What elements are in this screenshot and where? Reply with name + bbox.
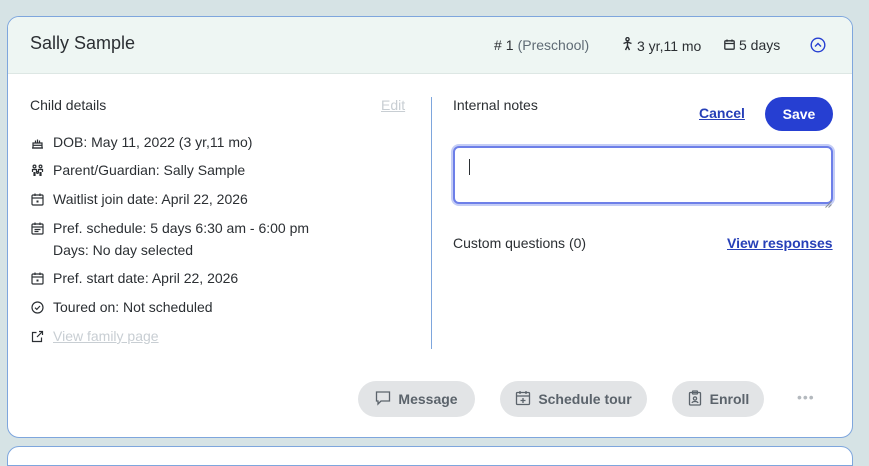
days-text: 5 days: [739, 37, 781, 53]
waitlist-join-text: Waitlist join date: April 22, 2026: [53, 191, 248, 207]
schedule-row: Pref. schedule: 5 days 6:30 am - 6:00 pm…: [30, 217, 309, 261]
message-label: Message: [398, 391, 458, 407]
cake-icon: [30, 131, 44, 153]
child-details-section: Child details Edit DOB: May 11, 2022 (3 …: [30, 97, 406, 344]
schedule-tour-button[interactable]: Schedule tour: [500, 381, 647, 417]
card-header[interactable]: Sally Sample # 1 (Preschool) 3 yr,11 mo: [8, 17, 852, 74]
message-button[interactable]: Message: [358, 381, 475, 417]
schedule-days-text: Days: No day selected: [53, 242, 194, 258]
toured-text: Toured on: Not scheduled: [53, 299, 213, 315]
calendar-icon: [30, 267, 44, 289]
text-caret: [469, 159, 470, 175]
save-button[interactable]: Save: [765, 97, 833, 131]
check-circle-icon: [30, 296, 44, 318]
next-waitlist-card: [7, 446, 853, 466]
dob-text: DOB: May 11, 2022 (3 yr,11 mo): [53, 134, 253, 150]
toured-row: Toured on: Not scheduled: [30, 296, 213, 318]
column-divider: [431, 97, 432, 349]
cancel-button[interactable]: Cancel: [699, 105, 745, 121]
family-page-row[interactable]: View family page: [30, 325, 159, 347]
internal-notes-input[interactable]: [453, 146, 833, 204]
schedule-text: Pref. schedule: 5 days 6:30 am - 6:00 pm: [53, 220, 310, 236]
calendar-icon: [724, 37, 735, 53]
edit-details-link[interactable]: Edit: [381, 97, 405, 113]
start-date-row: Pref. start date: April 22, 2026: [30, 267, 238, 289]
family-icon: [30, 159, 44, 181]
child-icon: [622, 36, 633, 54]
more-options-button[interactable]: •••: [797, 389, 819, 409]
external-link-icon: [30, 325, 44, 347]
child-details-title: Child details: [30, 97, 107, 113]
child-age: 3 yr,11 mo: [622, 36, 702, 54]
rank-symbol: #: [494, 37, 502, 53]
schedule-tour-label: Schedule tour: [538, 391, 632, 407]
dob-row: DOB: May 11, 2022 (3 yr,11 mo): [30, 131, 252, 153]
start-date-text: Pref. start date: April 22, 2026: [53, 270, 239, 286]
clipboard-user-icon: [687, 389, 703, 409]
calendar-icon: [30, 217, 44, 239]
chevron-up-circle-icon[interactable]: [810, 37, 826, 53]
waitlist-card: Sally Sample # 1 (Preschool) 3 yr,11 mo: [7, 16, 853, 438]
guardian-text: Parent/Guardian: Sally Sample: [53, 162, 246, 178]
notes-section: Internal notes Cancel Save Custom questi…: [453, 97, 835, 251]
enroll-button[interactable]: Enroll: [672, 381, 764, 417]
view-responses-link[interactable]: View responses: [727, 235, 833, 251]
custom-questions-label: Custom questions (0): [453, 235, 587, 251]
chat-bubble-icon: [375, 390, 391, 409]
rank-number: 1: [505, 37, 514, 53]
resize-handle-icon[interactable]: [825, 195, 832, 208]
schedule-days: 5 days: [724, 37, 780, 53]
view-family-page-link[interactable]: View family page: [53, 325, 159, 347]
age-text: 3 yr,11 mo: [637, 37, 702, 54]
waitlist-rank: # 1 (Preschool): [494, 37, 589, 53]
calendar-icon: [30, 188, 44, 210]
program-name: (Preschool): [517, 37, 590, 53]
calendar-plus-icon: [515, 390, 531, 409]
enroll-label: Enroll: [709, 391, 750, 407]
waitlist-join-row: Waitlist join date: April 22, 2026: [30, 188, 248, 210]
guardian-row: Parent/Guardian: Sally Sample: [30, 159, 245, 181]
child-name: Sally Sample: [30, 33, 136, 53]
schedule-text-group: Pref. schedule: 5 days 6:30 am - 6:00 pm…: [53, 217, 309, 261]
